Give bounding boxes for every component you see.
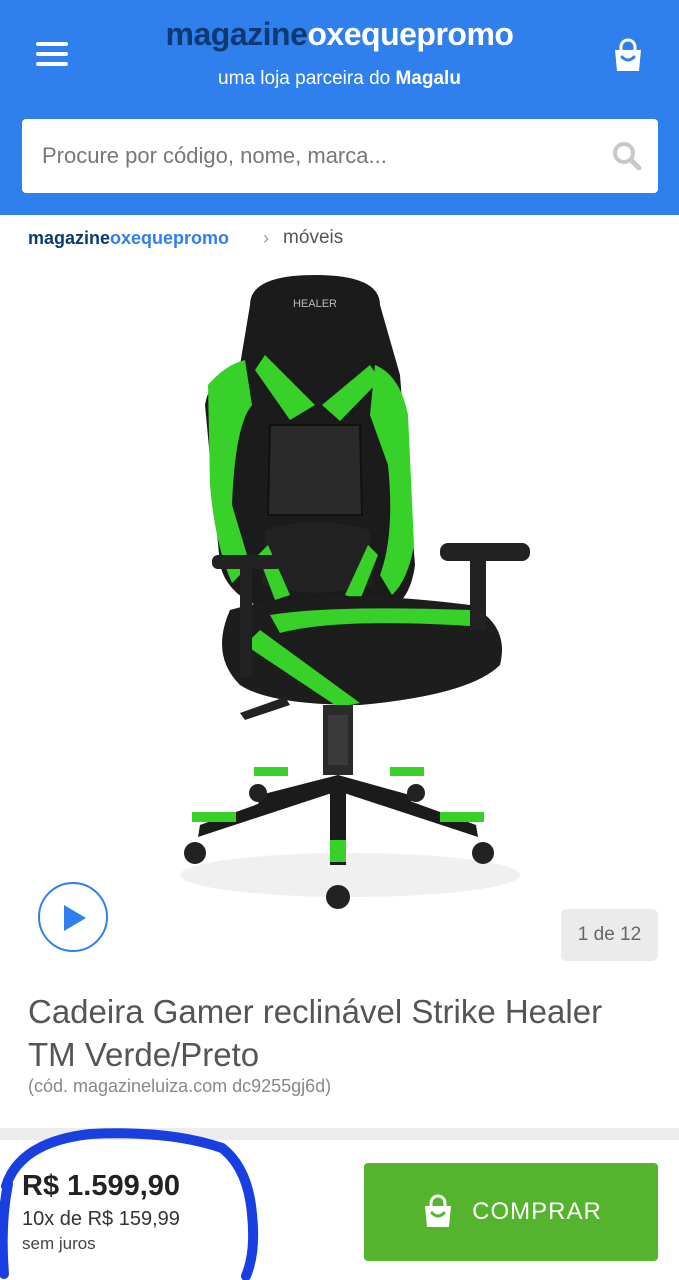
shopping-bag-icon[interactable] bbox=[610, 38, 646, 74]
headrest-brand: HEALER bbox=[293, 298, 337, 310]
logo-prefix: magazine bbox=[165, 16, 308, 52]
breadcrumb-store-prefix: magazine bbox=[28, 227, 111, 248]
breadcrumb-category[interactable]: móveis bbox=[283, 227, 343, 249]
play-video-icon[interactable] bbox=[38, 882, 108, 952]
tagline-text: uma loja parceira do bbox=[218, 68, 396, 89]
logo-store-name: oxequepromo bbox=[307, 16, 514, 52]
breadcrumb-store-name: oxequepromo bbox=[110, 227, 230, 248]
product-page: magazineoxequepromo uma loja parceira do… bbox=[0, 0, 679, 1280]
search-bar bbox=[22, 119, 658, 193]
tagline: uma loja parceira do Magalu bbox=[0, 68, 679, 90]
hand-drawn-highlight bbox=[0, 1128, 259, 1280]
header: magazineoxequepromo uma loja parceira do… bbox=[0, 0, 679, 215]
product-image[interactable]: HEALER bbox=[140, 265, 560, 930]
shopping-bag-icon bbox=[425, 1194, 452, 1227]
buy-button-label: COMPRAR bbox=[472, 1198, 602, 1225]
image-counter: 1 de 12 bbox=[561, 909, 658, 961]
tagline-brand: Magalu bbox=[395, 68, 461, 89]
breadcrumb: magazineoxequepromo › móveis bbox=[28, 226, 343, 250]
chevron-right-icon: › bbox=[263, 227, 270, 248]
product-code: (cód. magazineluiza.com dc9255gj6d) bbox=[28, 1076, 332, 1096]
search-input[interactable] bbox=[42, 119, 602, 193]
search-icon[interactable] bbox=[612, 141, 642, 171]
buy-button[interactable]: COMPRAR bbox=[364, 1163, 658, 1261]
product-title: Cadeira Gamer reclinável Strike Healer T… bbox=[28, 993, 603, 1073]
store-logo[interactable]: magazineoxequepromo bbox=[0, 16, 679, 53]
breadcrumb-store[interactable]: magazineoxequepromo bbox=[28, 228, 229, 249]
